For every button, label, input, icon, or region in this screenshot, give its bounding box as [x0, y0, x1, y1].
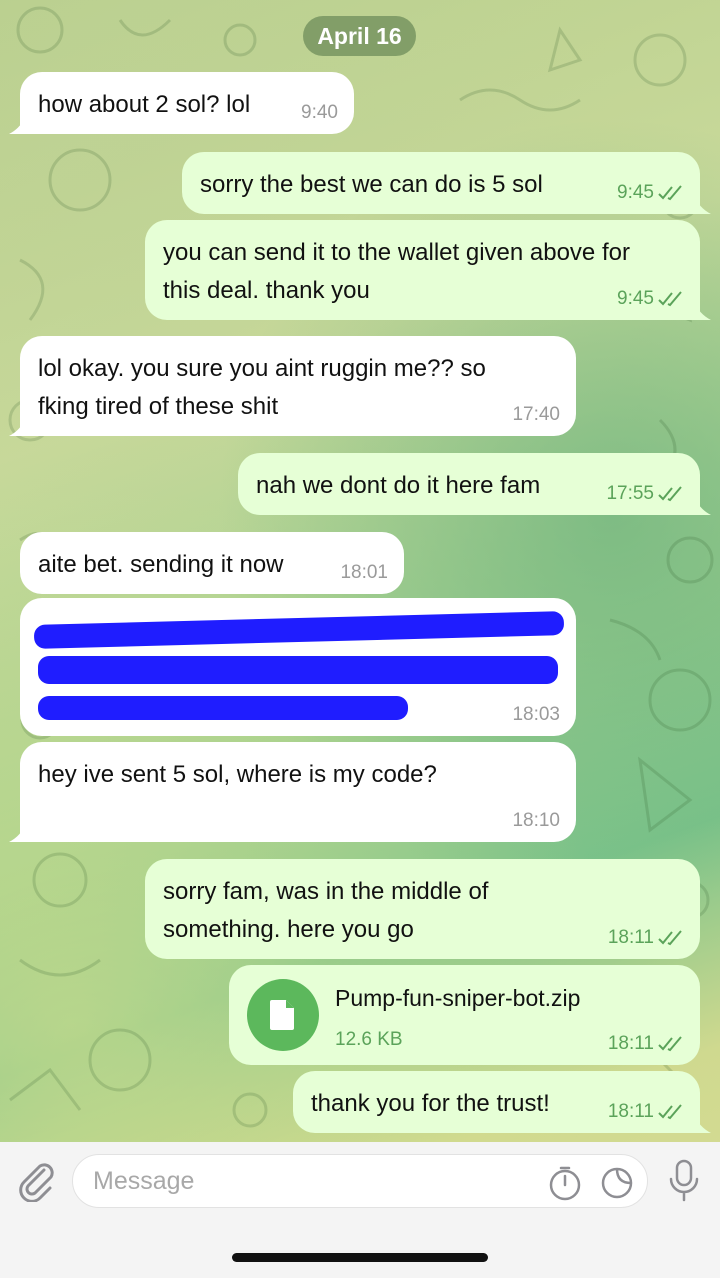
sticker-icon[interactable]	[599, 1165, 635, 1201]
bubble-tail	[693, 495, 711, 515]
message-meta: 18:03	[512, 704, 560, 726]
document-icon	[270, 1000, 294, 1030]
message-field[interactable]	[72, 1154, 648, 1208]
message-text: sorry the best we can do is 5 sol	[200, 171, 543, 198]
message-meta: 18:11	[608, 1101, 684, 1123]
attach-icon[interactable]	[14, 1158, 58, 1202]
message-bubble-incoming[interactable]: lol okay. you sure you aint ruggin me?? …	[9, 336, 576, 436]
message-time: 17:55	[606, 483, 654, 504]
redaction-mark	[33, 611, 565, 649]
message-time: 18:03	[512, 704, 560, 725]
message-bubble-outgoing[interactable]: sorry the best we can do is 5 sol 9:45	[182, 152, 711, 214]
message-time: 18:01	[340, 562, 388, 583]
message-bubble-incoming[interactable]: hey ive sent 5 sol, where is my code? 18…	[9, 742, 576, 842]
file-size: 12.6 KB	[335, 1029, 403, 1050]
timer-icon[interactable]	[547, 1165, 583, 1201]
message-text: lol okay. you sure you aint ruggin me?? …	[38, 355, 486, 420]
mic-icon[interactable]	[664, 1158, 704, 1202]
message-text: sorry fam, was in the middle of somethin…	[163, 878, 489, 943]
read-ticks-icon	[658, 1104, 682, 1120]
message-input[interactable]	[93, 1155, 533, 1207]
message-bubble-incoming[interactable]: how about 2 sol? lol 9:40	[9, 72, 354, 134]
read-ticks-icon	[658, 1036, 682, 1052]
read-ticks-icon	[658, 185, 682, 201]
message-meta: 18:11	[608, 927, 684, 949]
message-meta: 9:40	[301, 102, 338, 124]
message-bubble-outgoing[interactable]: you can send it to the wallet given abov…	[145, 220, 711, 320]
message-time: 18:11	[607, 927, 654, 948]
message-meta: 9:45	[617, 288, 684, 310]
read-ticks-icon	[658, 930, 682, 946]
bubble-tail	[693, 1113, 711, 1133]
read-ticks-icon	[658, 486, 682, 502]
redaction-mark	[38, 696, 408, 720]
message-meta: 18:11	[608, 1033, 684, 1055]
message-bubble-incoming[interactable]: aite bet. sending it now 18:01	[20, 532, 404, 594]
message-bubble-outgoing[interactable]: sorry fam, was in the middle of somethin…	[145, 859, 700, 959]
message-meta: 18:01	[340, 562, 388, 584]
read-ticks-icon	[658, 291, 682, 307]
bubble-tail	[9, 416, 27, 436]
message-meta: 17:55	[606, 483, 684, 505]
message-text: aite bet. sending it now	[38, 551, 284, 578]
message-time: 18:11	[607, 1101, 654, 1122]
message-time: 9:45	[617, 182, 654, 203]
message-text: nah we dont do it here fam	[256, 472, 541, 499]
message-text: thank you for the trust!	[311, 1090, 550, 1117]
message-time: 18:10	[512, 810, 560, 831]
message-text: how about 2 sol? lol	[38, 91, 251, 118]
file-message-bubble[interactable]: Pump-fun-sniper-bot.zip 12.6 KB 18:11	[229, 965, 700, 1065]
file-name[interactable]: Pump-fun-sniper-bot.zip	[335, 983, 580, 1013]
redaction-mark	[38, 656, 558, 684]
message-meta: 18:10	[512, 810, 560, 832]
bubble-tail	[693, 300, 711, 320]
message-composer	[0, 1142, 720, 1278]
message-bubble-incoming-redacted[interactable]: 18:03	[20, 598, 576, 736]
file-icon[interactable]	[247, 979, 319, 1051]
message-time: 18:11	[607, 1033, 654, 1054]
message-bubble-outgoing[interactable]: thank you for the trust! 18:11	[293, 1071, 711, 1133]
message-meta: 9:45	[617, 182, 684, 204]
message-time: 9:45	[617, 288, 654, 309]
bubble-tail	[9, 114, 27, 134]
message-text: you can send it to the wallet given abov…	[163, 239, 630, 304]
bubble-tail	[693, 194, 711, 214]
message-bubble-outgoing[interactable]: nah we dont do it here fam 17:55	[238, 453, 711, 515]
home-indicator	[232, 1253, 488, 1262]
message-text: hey ive sent 5 sol, where is my code?	[38, 761, 437, 788]
message-time: 9:40	[301, 102, 338, 123]
date-separator: April 16	[303, 16, 416, 56]
message-time: 17:40	[512, 404, 560, 425]
bubble-tail	[9, 822, 27, 842]
message-meta: 17:40	[512, 404, 560, 426]
